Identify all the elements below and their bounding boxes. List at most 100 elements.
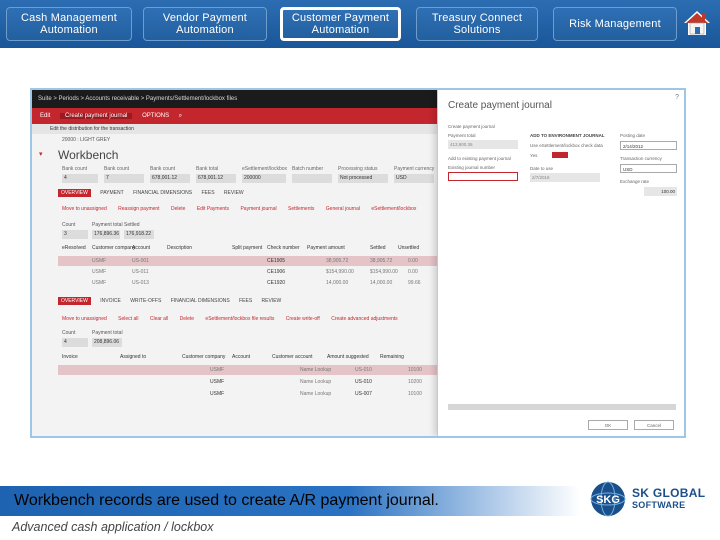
- column-header[interactable]: Customer company: [182, 354, 225, 360]
- tab-overview[interactable]: OVERVIEW: [58, 189, 91, 197]
- column-header[interactable]: Assigned to: [120, 354, 146, 360]
- table-row[interactable]: USMF US-011 CE1906 $154,990.00 $154,990.…: [58, 267, 438, 277]
- use-check-toggle[interactable]: [552, 152, 568, 158]
- currency-input[interactable]: USD: [620, 164, 677, 173]
- column-header[interactable]: Description: [167, 245, 192, 251]
- column-header[interactable]: Remaining: [380, 354, 404, 360]
- delete-button[interactable]: Delete: [171, 206, 185, 212]
- exchange-rate-field[interactable]: 100.00: [644, 187, 677, 196]
- reassign-payment-button[interactable]: Reassign payment: [118, 206, 159, 212]
- settlements-button[interactable]: Settlements: [288, 206, 314, 212]
- filter-field[interactable]: 200000: [242, 174, 286, 183]
- cell: 38,905.72: [326, 258, 349, 264]
- filter-field[interactable]: USD: [394, 174, 434, 183]
- sk-global-logo: SKG SK GLOBAL SOFTWARE: [588, 480, 718, 518]
- horizontal-scrollbar[interactable]: [448, 404, 676, 410]
- column-header[interactable]: Customer company: [92, 245, 135, 251]
- journal-name-input[interactable]: [448, 172, 518, 181]
- currency-label: Transaction currency: [620, 156, 662, 161]
- tab-fees[interactable]: FEES: [201, 190, 214, 196]
- tab-review[interactable]: REVIEW: [262, 298, 282, 304]
- esettlement-button[interactable]: eSettlement/lockbox: [371, 206, 416, 212]
- column-header[interactable]: Account: [232, 354, 250, 360]
- column-header[interactable]: Check number: [267, 245, 300, 251]
- adjustments-button[interactable]: Create advanced adjustments: [331, 316, 397, 322]
- column-header[interactable]: Unsettled: [398, 245, 419, 251]
- cell: USMF: [92, 269, 107, 275]
- posting-date-input[interactable]: 2/14/2012: [620, 141, 677, 150]
- move-unassigned-button[interactable]: Move to unassigned: [62, 206, 107, 212]
- tabs-secondary: OVERVIEW INVOICE WRITE-OFFS FINANCIAL DI…: [58, 297, 289, 308]
- cell: USMF: [210, 391, 225, 397]
- page-title: Workbench: [58, 148, 119, 162]
- tab-review[interactable]: REVIEW: [224, 190, 244, 196]
- column-header[interactable]: eResolved: [62, 245, 86, 251]
- nav-treasury-connect[interactable]: Treasury Connect Solutions: [416, 7, 538, 41]
- nav-cash-management[interactable]: Cash Management Automation: [6, 7, 132, 41]
- date-to-use-field[interactable]: 2/7/2016: [530, 173, 600, 182]
- filter-label: Bank count: [104, 166, 130, 172]
- filter-field[interactable]: 678,001.12: [196, 174, 236, 183]
- edit-payments-button[interactable]: Edit Payments: [197, 206, 229, 212]
- dialog-title: Create payment journal: [448, 100, 552, 111]
- caption-text: Workbench records are used to create A/R…: [14, 492, 439, 509]
- options-tab[interactable]: OPTIONS: [142, 113, 169, 119]
- general-journal-button[interactable]: General journal: [326, 206, 360, 212]
- tab-write-offs[interactable]: WRITE-OFFS: [130, 298, 161, 304]
- nav-risk-management[interactable]: Risk Management: [553, 7, 677, 41]
- home-icon[interactable]: [683, 9, 711, 37]
- tab-financial-dimensions[interactable]: FINANCIAL DIMENSIONS: [171, 298, 230, 304]
- column-header[interactable]: Invoice: [62, 354, 78, 360]
- table-row[interactable]: USMF Name Lookup US-007 10100: [58, 389, 438, 399]
- tab-payment[interactable]: PAYMENT: [100, 190, 123, 196]
- file-results-button[interactable]: eSettlement/lockbox file results: [205, 316, 274, 322]
- column-header[interactable]: Amount suggested: [327, 354, 369, 360]
- cell: CE1906: [267, 269, 286, 275]
- delete-button[interactable]: Delete: [180, 316, 194, 322]
- cell: USMF: [210, 367, 225, 373]
- record-label: 20000 : LIGHT GREY: [62, 137, 111, 143]
- filter-field[interactable]: [292, 174, 332, 183]
- edit-button[interactable]: Edit: [40, 113, 50, 119]
- cancel-button[interactable]: Cancel: [634, 420, 674, 430]
- settled-field: 176,918.22: [124, 230, 154, 239]
- cell: Name Lookup: [300, 367, 332, 373]
- column-header[interactable]: Customer account: [272, 354, 313, 360]
- select-all-button[interactable]: Select all: [118, 316, 138, 322]
- filter-field[interactable]: 7: [104, 174, 144, 183]
- cell: 14,000.00: [370, 280, 393, 286]
- help-icon[interactable]: ?: [675, 94, 679, 101]
- cell: 99.66: [408, 280, 421, 286]
- nav-vendor-payment[interactable]: Vendor Payment Automation: [143, 7, 267, 41]
- table-row[interactable]: USMF Name Lookup US-010 10100: [58, 365, 438, 375]
- filter-label: Bank count: [150, 166, 176, 172]
- create-write-off-button[interactable]: Create write-off: [286, 316, 320, 322]
- column-header[interactable]: Split payment: [232, 245, 262, 251]
- workbench-screenshot: Suite > Periods > Accounts receivable > …: [30, 88, 686, 438]
- tab-fees[interactable]: FEES: [239, 298, 252, 304]
- create-journal-button[interactable]: Create payment journal: [60, 113, 133, 119]
- filter-field[interactable]: Not processed: [338, 174, 388, 183]
- filter-field[interactable]: 4: [62, 174, 98, 183]
- logo-subtitle: SOFTWARE: [632, 500, 686, 510]
- ok-button[interactable]: OK: [588, 420, 628, 430]
- chevron-down-icon[interactable]: ▾: [39, 150, 43, 158]
- filter-label: Batch number: [292, 166, 324, 172]
- payment-journal-button[interactable]: Payment journal: [240, 206, 276, 212]
- table-row[interactable]: USMF US-013 CE1920 14,000.00 14,000.00 9…: [58, 278, 438, 288]
- clear-all-button[interactable]: Clear all: [150, 316, 168, 322]
- filter-field[interactable]: 678,001.12: [150, 174, 190, 183]
- cell: US-007: [355, 391, 372, 397]
- table-row[interactable]: USMF Name Lookup US-010 10200: [58, 377, 438, 387]
- tab-invoice[interactable]: INVOICE: [100, 298, 121, 304]
- search-icon[interactable]: ⌕: [179, 113, 182, 119]
- cell: 38,905.72: [370, 258, 393, 264]
- column-header[interactable]: Account: [132, 245, 150, 251]
- tab-financial-dimensions[interactable]: FINANCIAL DIMENSIONS: [133, 190, 192, 196]
- tab-overview[interactable]: OVERVIEW: [58, 297, 91, 305]
- nav-customer-payment[interactable]: Customer Payment Automation: [280, 7, 401, 41]
- column-header[interactable]: Settled: [370, 245, 386, 251]
- column-header[interactable]: Payment amount: [307, 245, 345, 251]
- move-unassigned-button[interactable]: Move to unassigned: [62, 316, 107, 322]
- table-row[interactable]: USMF US-001 CE1905 38,905.72 38,905.72 0…: [58, 256, 438, 266]
